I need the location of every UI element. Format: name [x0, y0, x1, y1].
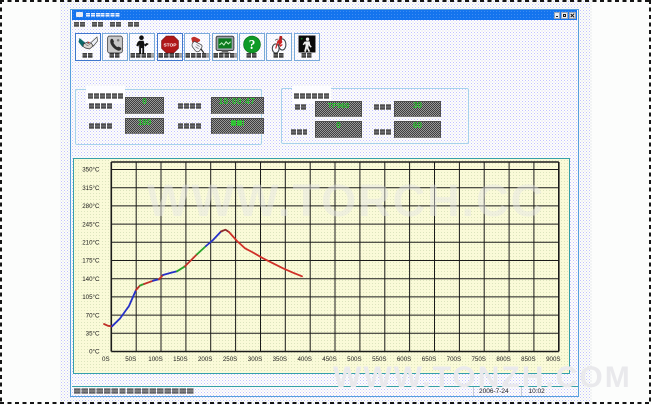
svg-text:?: ?	[249, 37, 256, 52]
svg-text:140°C: 140°C	[82, 275, 100, 282]
svg-text:105°C: 105°C	[82, 294, 100, 301]
svg-text:150S: 150S	[173, 356, 187, 363]
svg-text:0°C: 0°C	[89, 348, 100, 355]
svg-text:200S: 200S	[198, 356, 212, 363]
svg-text:210°C: 210°C	[82, 239, 100, 246]
svg-text:350S: 350S	[273, 356, 287, 363]
svg-text:400S: 400S	[297, 356, 311, 363]
svg-text:175°C: 175°C	[82, 257, 100, 264]
svg-text:300S: 300S	[248, 356, 262, 363]
svg-text:STOP: STOP	[163, 42, 177, 48]
svg-text:245°C: 245°C	[82, 221, 100, 228]
svg-text:0S: 0S	[102, 356, 110, 363]
svg-text:50S: 50S	[125, 356, 136, 363]
svg-text:350°C: 350°C	[82, 166, 100, 173]
svg-text:100S: 100S	[148, 356, 162, 363]
svg-text:35°C: 35°C	[86, 330, 100, 337]
svg-text:70°C: 70°C	[86, 312, 100, 319]
svg-text:250S: 250S	[223, 356, 237, 363]
svg-text:315°C: 315°C	[82, 184, 100, 191]
svg-text:280°C: 280°C	[82, 203, 100, 210]
